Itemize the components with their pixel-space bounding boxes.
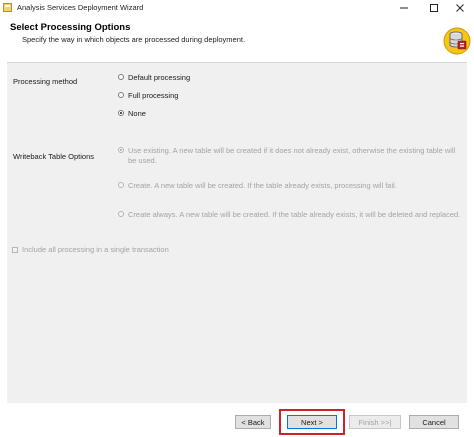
radio-button-selected[interactable] [118,147,124,153]
back-button[interactable]: < Back [235,415,271,429]
radio-default-processing[interactable]: Default processing [118,73,190,83]
processing-method-label: Processing method [13,77,78,86]
close-button[interactable] [446,0,474,16]
radio-label: Create always. A new table will be creat… [128,210,461,219]
wizard-footer: < Back Next > Finish >>| Cancel [0,403,474,437]
writeback-table-options-label: Writeback Table Options [13,152,95,161]
wizard-header: Select Processing Options Specify the wa… [0,16,474,58]
radio-label: Default processing [128,73,191,82]
next-button-highlight [279,409,345,435]
radio-button[interactable] [118,211,124,217]
radio-button[interactable] [118,182,124,188]
title-bar: Analysis Services Deployment Wizard [0,0,474,16]
single-transaction-label: Include all processing in a single trans… [22,245,169,254]
maximize-icon [430,4,438,12]
window-title: Analysis Services Deployment Wizard [17,3,144,12]
radio-create-always[interactable]: Create always. A new table will be creat… [118,210,460,220]
radio-label: None [128,109,146,118]
app-icon [3,3,12,12]
options-panel: Processing method Default processing Ful… [7,62,467,403]
minimize-button[interactable] [390,0,418,16]
finish-button[interactable]: Finish >>| [349,415,401,429]
cancel-button[interactable]: Cancel [409,415,459,429]
radio-button[interactable] [118,74,124,80]
radio-none[interactable]: None [118,109,146,119]
radio-label: Create. A new table will be created. If … [128,181,397,190]
radio-full-processing[interactable]: Full processing [118,91,178,101]
radio-create[interactable]: Create. A new table will be created. If … [118,181,397,191]
radio-label: Full processing [128,91,179,100]
radio-button-selected[interactable] [118,110,124,116]
radio-label: Use existing. A new table will be create… [128,146,456,165]
single-transaction-checkbox[interactable] [12,246,18,253]
minimize-icon [400,7,408,9]
close-icon [456,4,464,12]
single-transaction-checkbox-row[interactable]: Include all processing in a single trans… [12,245,169,254]
page-title: Select Processing Options [10,22,131,33]
page-subtitle: Specify the way in which objects are pro… [22,35,246,44]
maximize-button[interactable] [420,0,448,16]
radio-button[interactable] [118,92,124,98]
database-icon [443,26,471,56]
radio-use-existing[interactable]: Use existing. A new table will be create… [118,146,458,166]
